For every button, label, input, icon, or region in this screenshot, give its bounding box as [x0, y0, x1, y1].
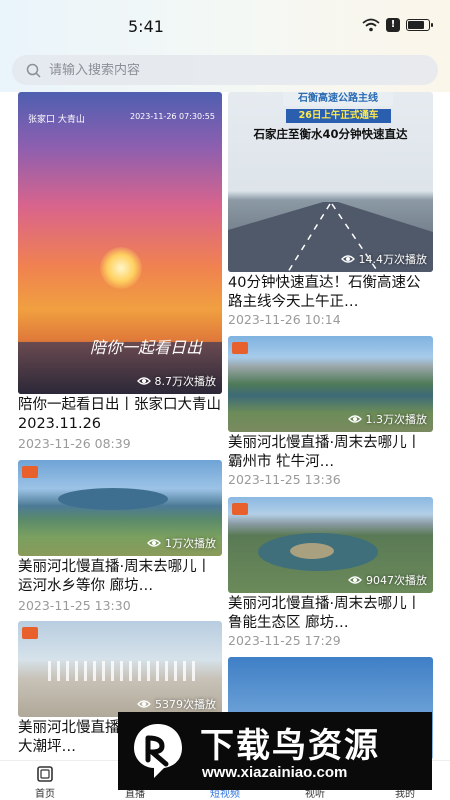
video-card[interactable]: 1.3万次播放 美丽河北慢直播·周末去哪儿丨霸州市 牤牛河… 2023-11-2… — [228, 336, 433, 490]
battery-level — [408, 21, 425, 29]
status-bar: 5:41 ! — [0, 0, 450, 48]
video-thumbnail[interactable]: 石衡高速公路主线 26日上午正式通车 石家庄至衡水40分钟快速直达 14.4万次… — [228, 92, 433, 272]
play-count-text: 9047次播放 — [366, 574, 427, 587]
video-thumbnail[interactable]: 5379次播放 — [18, 621, 222, 717]
status-icons: ! — [362, 18, 433, 32]
watermark-title: 下载鸟资源 — [200, 726, 380, 766]
status-time: 5:41 — [128, 17, 164, 36]
home-icon — [37, 766, 53, 782]
play-count: 1万次播放 — [147, 535, 216, 551]
play-count-text: 1.3万次播放 — [365, 413, 428, 426]
overlay-timestamp: 2023-11-26 07:30:55 — [130, 112, 215, 121]
channel-logo-icon — [22, 627, 38, 639]
video-title[interactable]: 美丽河北慢直播·周末去哪儿丨鲁能生态区 廊坊… — [228, 595, 433, 633]
watermark-banner: 下载鸟资源 www.xiazainiao.com — [118, 712, 432, 790]
overlay-badge: 26日上午正式通车 — [286, 109, 391, 123]
tab-home[interactable]: 首页 — [0, 761, 90, 800]
search-icon — [26, 63, 41, 78]
video-date: 2023-11-26 08:39 — [18, 436, 131, 451]
video-card[interactable]: 张家口 大青山 2023-11-26 07:30:55 陪你一起看日出 8.7万… — [18, 92, 222, 454]
eye-icon — [347, 415, 362, 423]
video-thumbnail[interactable]: 1万次播放 — [18, 460, 222, 556]
overlay-headline: 石家庄至衡水40分钟快速直达 — [253, 127, 408, 141]
play-count: 8.7万次播放 — [136, 373, 217, 389]
play-count: 1.3万次播放 — [347, 411, 428, 427]
video-title[interactable]: 40分钟快速直达！石衡高速公路主线今天上午正… — [228, 274, 433, 312]
overlay-banner: 石衡高速公路主线 — [283, 92, 393, 106]
play-count: 5379次播放 — [137, 696, 216, 712]
search-input[interactable] — [49, 62, 409, 78]
video-date: 2023-11-25 17:29 — [228, 633, 341, 648]
water-graphic — [58, 488, 168, 510]
eye-icon — [137, 700, 151, 708]
video-date: 2023-11-25 13:30 — [18, 598, 131, 613]
overlay-location: 张家口 大青山 — [28, 115, 85, 125]
search-bar[interactable] — [12, 55, 438, 85]
play-count-text: 14.4万次播放 — [358, 253, 428, 266]
eye-icon — [147, 539, 161, 547]
channel-logo-icon — [22, 466, 38, 478]
video-title[interactable]: 美丽河北慢直播·周末去哪儿丨运河水乡等你 廊坊… — [18, 558, 222, 596]
eye-icon — [348, 576, 362, 584]
channel-logo-icon — [232, 503, 248, 515]
video-card[interactable]: 1万次播放 美丽河北慢直播·周末去哪儿丨运河水乡等你 廊坊… 2023-11-2… — [18, 460, 222, 618]
play-count-text: 8.7万次播放 — [154, 375, 217, 388]
video-title[interactable]: 美丽河北慢直播·周末去哪儿丨霸州市 牤牛河… — [228, 434, 433, 472]
video-thumbnail[interactable]: 1.3万次播放 — [228, 336, 433, 432]
alert-icon: ! — [386, 18, 400, 32]
sun-graphic — [100, 247, 142, 289]
watermark-logo-icon — [134, 724, 182, 778]
video-date: 2023-11-26 10:14 — [228, 312, 341, 327]
island-graphic — [290, 543, 334, 559]
battery-icon — [406, 19, 433, 31]
play-count: 14.4万次播放 — [340, 251, 428, 267]
play-count-text: 1万次播放 — [165, 537, 216, 550]
watermark-url: www.xiazainiao.com — [202, 764, 348, 781]
channel-logo-icon — [232, 342, 248, 354]
video-card[interactable]: 石衡高速公路主线 26日上午正式通车 石家庄至衡水40分钟快速直达 14.4万次… — [228, 92, 433, 330]
eye-icon — [340, 255, 355, 263]
tab-label: 首页 — [35, 789, 55, 800]
video-title[interactable]: 陪你一起看日出丨张家口大青山 2023.11.26 — [18, 396, 222, 434]
video-thumbnail[interactable]: 9047次播放 — [228, 497, 433, 593]
play-count-text: 5379次播放 — [155, 698, 216, 711]
birds-graphic — [48, 661, 198, 681]
video-date: 2023-11-25 13:36 — [228, 472, 341, 487]
play-count: 9047次播放 — [348, 572, 427, 588]
overlay-caption: 陪你一起看日出 — [90, 338, 203, 357]
video-thumbnail[interactable]: 张家口 大青山 2023-11-26 07:30:55 陪你一起看日出 8.7万… — [18, 92, 222, 394]
video-card[interactable]: 9047次播放 美丽河北慢直播·周末去哪儿丨鲁能生态区 廊坊… 2023-11-… — [228, 497, 433, 651]
wifi-icon — [362, 18, 380, 32]
eye-icon — [136, 377, 151, 385]
